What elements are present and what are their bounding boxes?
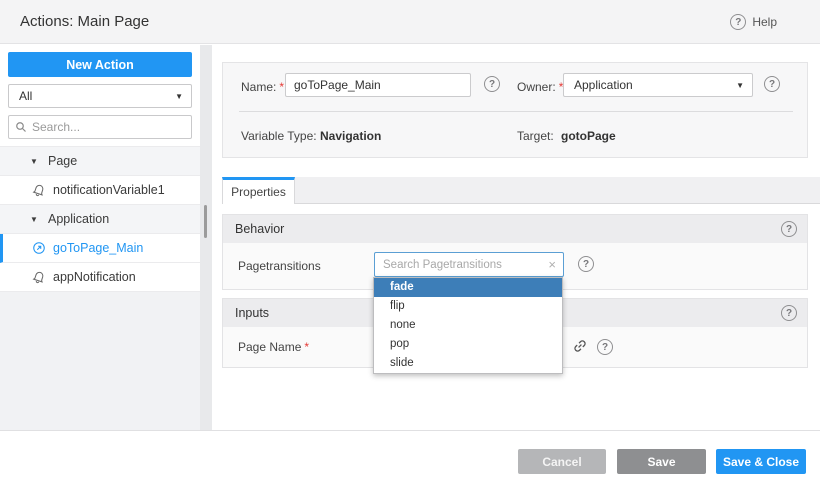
new-action-button[interactable]: New Action bbox=[8, 52, 192, 77]
help-link[interactable]: ? Help bbox=[730, 14, 777, 30]
bind-variable-button[interactable] bbox=[572, 338, 588, 354]
variable-type-value: Navigation bbox=[320, 129, 381, 143]
target-value: gotoPage bbox=[561, 129, 616, 143]
chevron-down-icon: ▼ bbox=[175, 92, 183, 101]
name-help-icon[interactable]: ? bbox=[484, 76, 500, 92]
inputs-help-icon[interactable]: ? bbox=[781, 305, 797, 321]
filter-value: All bbox=[19, 89, 32, 103]
sidebar-scroll-gutter bbox=[200, 45, 212, 430]
divider bbox=[239, 111, 793, 112]
name-field[interactable] bbox=[285, 73, 471, 97]
action-list: ▼ Page notificationVariable1 ▼ Applicati… bbox=[0, 146, 200, 292]
target-label: Target: bbox=[517, 129, 554, 143]
actions-sidebar: New Action All ▼ ▼ Page notificationVar bbox=[0, 45, 200, 430]
action-detail-panel: Name:* ? Owner:* Application ▼ ? Variabl… bbox=[212, 45, 820, 430]
list-item-label: notificationVariable1 bbox=[53, 183, 165, 197]
group-label: Application bbox=[48, 212, 109, 226]
page-name-help-icon[interactable]: ? bbox=[597, 339, 613, 355]
clear-icon[interactable]: × bbox=[548, 258, 556, 271]
option-slide[interactable]: slide bbox=[374, 354, 562, 373]
pagetransitions-label: Pagetransitions bbox=[238, 259, 321, 273]
sidebar-search[interactable] bbox=[8, 115, 192, 139]
collapse-triangle-icon[interactable]: ▼ bbox=[30, 157, 40, 166]
dialog-header: Actions: Main Page ? Help bbox=[0, 0, 820, 44]
variable-type-label: Variable Type: bbox=[241, 129, 317, 143]
name-label: Name:* bbox=[241, 80, 284, 94]
save-and-close-button[interactable]: Save & Close bbox=[716, 449, 806, 474]
tab-properties[interactable]: Properties bbox=[222, 177, 295, 204]
action-summary-box: Name:* ? Owner:* Application ▼ ? Variabl… bbox=[222, 62, 808, 158]
pagetransitions-help-icon[interactable]: ? bbox=[578, 256, 594, 272]
list-item-label: goToPage_Main bbox=[53, 241, 143, 255]
owner-value: Application bbox=[574, 78, 633, 92]
filter-dropdown[interactable]: All ▼ bbox=[8, 84, 192, 108]
pagetransitions-search[interactable]: × bbox=[374, 252, 564, 277]
page-title: Actions: Main Page bbox=[20, 0, 149, 44]
dialog-footer: Cancel Save Save & Close bbox=[0, 430, 820, 488]
option-none[interactable]: none bbox=[374, 316, 562, 335]
list-item-label: appNotification bbox=[53, 270, 136, 284]
chevron-down-icon: ▼ bbox=[736, 81, 744, 90]
group-row-application[interactable]: ▼ Application bbox=[0, 205, 200, 234]
required-marker: * bbox=[304, 340, 309, 354]
pagetransitions-dropdown: fade flip none pop slide bbox=[373, 277, 563, 374]
notification-bell-icon bbox=[32, 183, 46, 197]
cancel-button[interactable]: Cancel bbox=[518, 449, 606, 474]
group-row-page[interactable]: ▼ Page bbox=[0, 147, 200, 176]
pagetransitions-search-input[interactable] bbox=[383, 259, 544, 271]
inputs-section-title: Inputs bbox=[235, 306, 269, 320]
scrollbar-thumb[interactable] bbox=[204, 205, 207, 238]
search-input[interactable] bbox=[32, 120, 185, 134]
required-marker: * bbox=[279, 80, 284, 94]
tab-bar: Properties bbox=[222, 177, 820, 204]
option-fade[interactable]: fade bbox=[374, 278, 562, 297]
behavior-help-icon[interactable]: ? bbox=[781, 221, 797, 237]
actions-dialog: Actions: Main Page ? Help New Action All… bbox=[0, 0, 820, 488]
help-label: Help bbox=[752, 15, 777, 29]
link-icon bbox=[569, 335, 592, 358]
option-flip[interactable]: flip bbox=[374, 297, 562, 316]
option-pop[interactable]: pop bbox=[374, 335, 562, 354]
page-name-label: Page Name* bbox=[238, 340, 309, 354]
navigation-icon bbox=[32, 241, 46, 255]
owner-label: Owner:* bbox=[517, 80, 563, 94]
list-item-goToPage-Main[interactable]: goToPage_Main bbox=[0, 234, 200, 263]
owner-dropdown[interactable]: Application ▼ bbox=[563, 73, 753, 97]
behavior-section-title: Behavior bbox=[235, 222, 284, 236]
help-icon: ? bbox=[730, 14, 746, 30]
save-button[interactable]: Save bbox=[617, 449, 706, 474]
list-item-notificationVariable1[interactable]: notificationVariable1 bbox=[0, 176, 200, 205]
collapse-triangle-icon[interactable]: ▼ bbox=[30, 215, 40, 224]
owner-help-icon[interactable]: ? bbox=[764, 76, 780, 92]
search-icon bbox=[15, 121, 27, 133]
notification-bell-icon bbox=[32, 270, 46, 284]
group-label: Page bbox=[48, 154, 77, 168]
list-item-appNotification[interactable]: appNotification bbox=[0, 263, 200, 292]
